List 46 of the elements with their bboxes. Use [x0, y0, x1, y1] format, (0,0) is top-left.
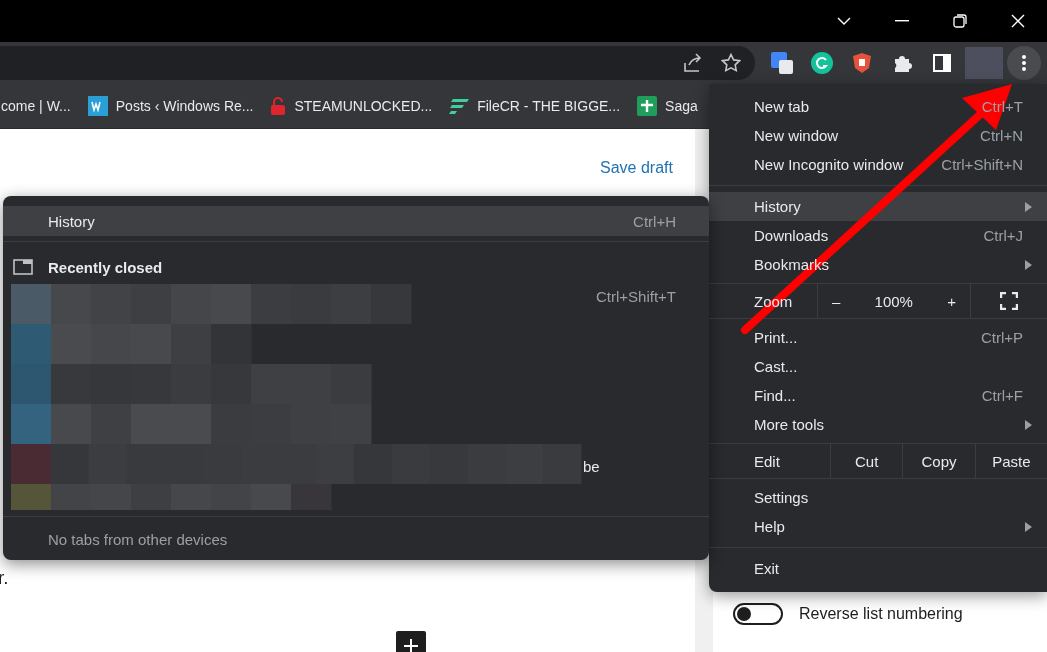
- g-logo-icon[interactable]: [809, 50, 835, 76]
- menu-item[interactable]: History: [709, 192, 1047, 221]
- menu-item[interactable]: Find... Ctrl+F: [709, 381, 1047, 410]
- share-icon[interactable]: [683, 53, 703, 73]
- translate-icon[interactable]: [769, 50, 795, 76]
- edit-action[interactable]: Copy: [902, 444, 975, 478]
- bookmark[interactable]: come | W...: [1, 98, 71, 114]
- menu-item[interactable]: Settings: [709, 483, 1047, 512]
- body-text: r.: [0, 567, 9, 589]
- toggle-switch[interactable]: [733, 603, 783, 625]
- history-entry-text: be: [583, 458, 600, 475]
- menu-item[interactable]: History Ctrl+H: [3, 206, 709, 236]
- padlock-icon: [270, 96, 287, 116]
- menu-item[interactable]: New Incognito window Ctrl+Shift+N: [709, 150, 1047, 179]
- menu-item[interactable]: Downloads Ctrl+J: [709, 221, 1047, 250]
- edit-action[interactable]: Paste: [974, 444, 1047, 478]
- fullscreen-icon[interactable]: [1000, 292, 1018, 310]
- section-heading: Recently closed: [48, 258, 163, 276]
- plus-icon: [403, 638, 419, 652]
- bookmark[interactable]: FileCR - THE BIGGE...: [449, 97, 621, 115]
- bookmark[interactable]: Saga: [637, 96, 698, 116]
- bookmark[interactable]: STEAMUNLOCKED...: [270, 96, 433, 116]
- star-icon[interactable]: [721, 53, 741, 73]
- more-icon: [1022, 55, 1026, 71]
- edit-action[interactable]: Cut: [830, 444, 903, 478]
- menu-item[interactable]: Exit: [709, 554, 1047, 583]
- shortcut-text: Ctrl+Shift+T: [595, 288, 676, 305]
- zoom-in-button[interactable]: +: [939, 292, 964, 310]
- sheet-icon: [637, 96, 658, 116]
- window-icon: [13, 259, 33, 275]
- menu-item[interactable]: New window Ctrl+N: [709, 121, 1047, 150]
- menu-item[interactable]: More tools: [709, 410, 1047, 439]
- zoom-out-button[interactable]: –: [824, 292, 849, 310]
- save-draft-link[interactable]: Save draft: [600, 159, 673, 177]
- add-block-button[interactable]: [396, 631, 426, 652]
- toggle-label: Reverse list numbering: [799, 605, 963, 623]
- menu-button[interactable]: [1007, 46, 1041, 80]
- menu-item[interactable]: Cast...: [709, 352, 1047, 381]
- no-tabs-text: No tabs from other devices: [3, 516, 709, 561]
- zoom-level: 100%: [874, 292, 913, 310]
- menu-item[interactable]: Help: [709, 512, 1047, 541]
- bookmark[interactable]: Posts ‹ Windows Re...: [87, 96, 254, 116]
- menu-item[interactable]: Print... Ctrl+P: [709, 323, 1047, 352]
- w-logo-icon: [87, 96, 108, 116]
- stripes-logo-icon: [449, 97, 470, 115]
- edit-label: Edit: [753, 451, 781, 472]
